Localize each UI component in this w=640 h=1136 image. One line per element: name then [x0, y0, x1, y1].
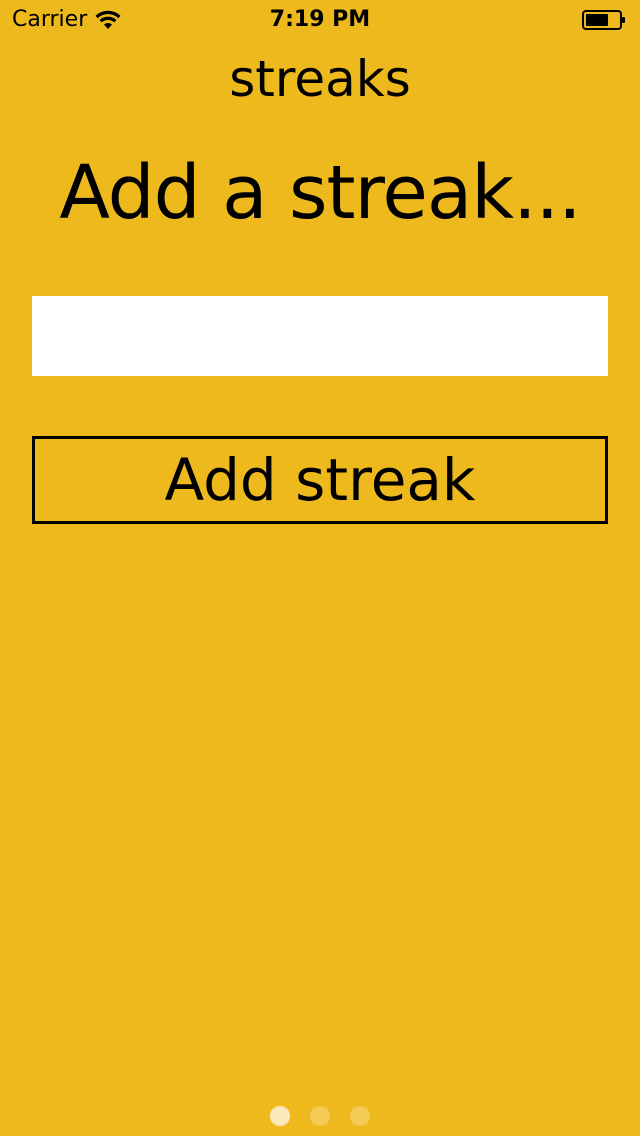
status-time: 7:19 PM: [269, 7, 371, 32]
app-title: streaks: [229, 50, 411, 108]
page-heading: Add a streak...: [59, 150, 581, 236]
page-dot-1[interactable]: [270, 1106, 290, 1126]
page-dot-3[interactable]: [350, 1106, 370, 1126]
status-bar: Carrier 7:19 PM: [0, 0, 640, 40]
add-streak-button[interactable]: Add streak: [32, 436, 608, 524]
page-control[interactable]: [0, 1106, 640, 1126]
battery-icon: [582, 10, 625, 30]
streak-name-input[interactable]: [32, 296, 608, 376]
page-dot-2[interactable]: [310, 1106, 330, 1126]
